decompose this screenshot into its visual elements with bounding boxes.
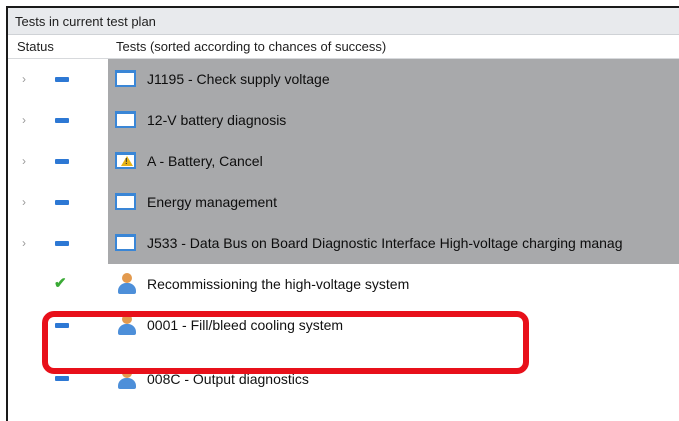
test-row-j533[interactable]: › J533 - Data Bus on Board Diagnostic In… [8,223,679,264]
test-row-j1195[interactable]: › J1195 - Check supply voltage [8,59,679,100]
test-plan-panel: Tests in current test plan Status Tests … [6,6,679,421]
test-row-battery-cancel[interactable]: › ! A - Battery, Cancel [8,141,679,182]
person-icon [117,273,137,295]
highlight-box [42,311,529,374]
document-icon [115,234,136,251]
status-pending-icon [55,159,69,164]
checkmark-icon: ✔ [54,275,67,292]
document-icon [115,193,136,210]
panel-title: Tests in current test plan [8,8,679,35]
test-label: 12-V battery diagnosis [147,112,287,128]
warning-document-icon: ! [115,152,136,169]
status-column-header[interactable]: Status [17,39,54,54]
test-label: J533 - Data Bus on Board Diagnostic Inte… [147,235,623,251]
status-pending-icon [55,118,69,123]
test-label: Recommissioning the high-voltage system [147,276,410,292]
status-pending-icon [55,77,69,82]
document-icon [115,111,136,128]
test-label: A - Battery, Cancel [147,153,263,169]
status-pending-icon [55,241,69,246]
expand-chevron-icon[interactable]: › [22,195,26,209]
expand-chevron-icon[interactable]: › [22,72,26,86]
expand-chevron-icon[interactable]: › [22,113,26,127]
test-label: Energy management [147,194,277,210]
status-pending-icon [55,200,69,205]
status-pending-icon [55,376,69,381]
expand-chevron-icon[interactable]: › [22,154,26,168]
tests-column-header[interactable]: Tests (sorted according to chances of su… [116,39,386,54]
document-icon [115,70,136,87]
expand-chevron-icon[interactable]: › [22,236,26,250]
test-label: J1195 - Check supply voltage [147,71,330,87]
column-header-row: Status Tests (sorted according to chance… [8,35,679,59]
test-row-recommissioning[interactable]: ✔ Recommissioning the high-voltage syste… [8,264,679,305]
test-row-12v-battery[interactable]: › 12-V battery diagnosis [8,100,679,141]
test-row-energy-management[interactable]: › Energy management [8,182,679,223]
